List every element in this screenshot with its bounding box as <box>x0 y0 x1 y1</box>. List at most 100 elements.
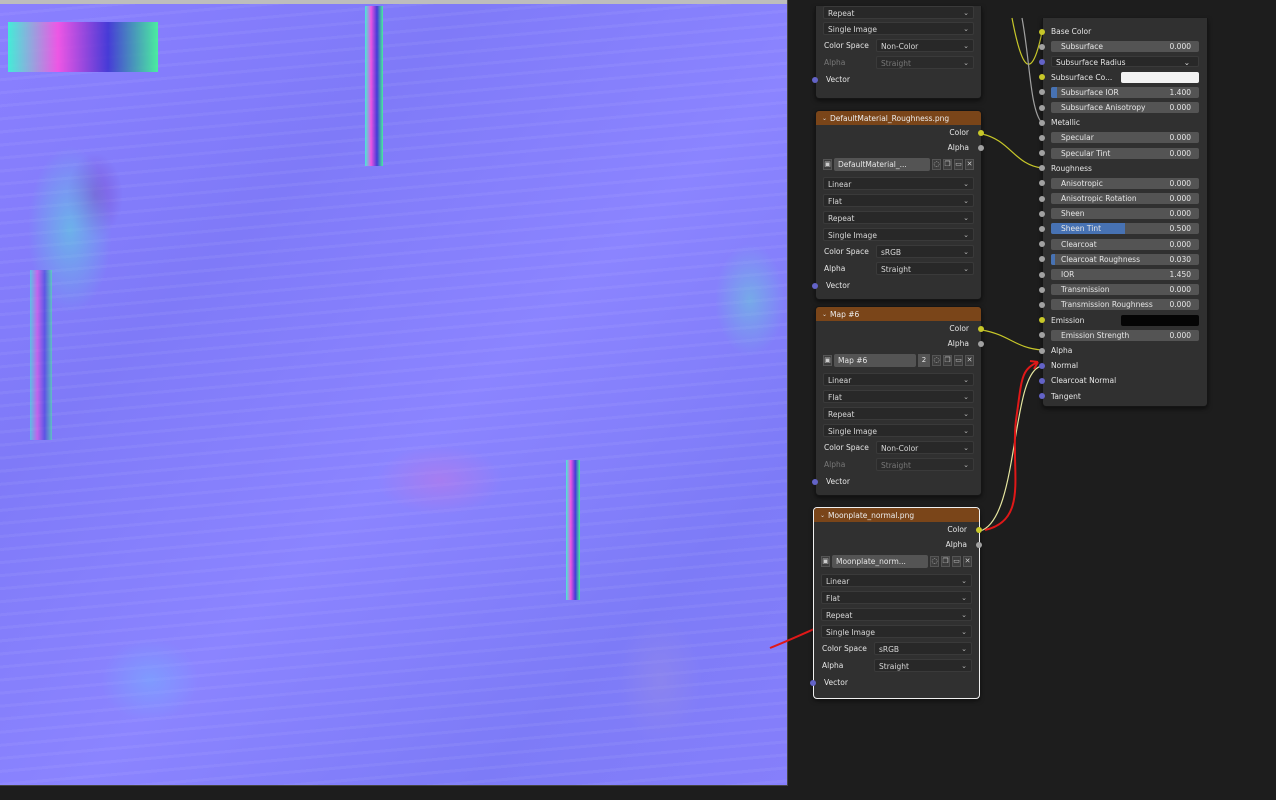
alpha-dropdown[interactable]: Straight ⌄ <box>876 458 974 471</box>
vector-input-socket[interactable] <box>812 76 818 83</box>
normal-socket[interactable] <box>1039 362 1045 369</box>
node-header[interactable]: ⌄ DefaultMaterial_Roughness.png <box>816 111 981 125</box>
ior-socket[interactable] <box>1039 271 1045 278</box>
image-name-field[interactable]: DefaultMaterial_... <box>834 158 930 171</box>
source-dropdown[interactable]: Single Image ⌄ <box>823 424 974 437</box>
source-dropdown[interactable]: Single Image ⌄ <box>823 22 974 35</box>
subsurface-ior-socket[interactable] <box>1039 89 1045 96</box>
duplicate-icon[interactable]: ❐ <box>941 556 950 567</box>
emission-socket[interactable] <box>1039 317 1045 324</box>
clearcoat-normal-socket[interactable] <box>1039 377 1045 384</box>
sheen-tint-field[interactable]: Sheen Tint 0.500 <box>1051 223 1199 235</box>
folder-icon[interactable]: ▭ <box>954 159 963 170</box>
image-icon[interactable]: ▣ <box>821 556 830 567</box>
alpha-socket[interactable] <box>1039 347 1045 354</box>
chevron-down-icon[interactable]: ⌄ <box>820 512 828 519</box>
anisotropic-field[interactable]: Anisotropic 0.000 <box>1051 177 1199 189</box>
subsurface-field[interactable]: Subsurface 0.000 <box>1051 41 1199 53</box>
sheen-field[interactable]: Sheen 0.000 <box>1051 208 1199 220</box>
vector-input-socket[interactable] <box>812 478 818 485</box>
chevron-down-icon[interactable]: ⌄ <box>822 115 830 122</box>
emission-color-swatch[interactable] <box>1121 314 1199 326</box>
ior-field[interactable]: IOR 1.450 <box>1051 269 1199 280</box>
image-icon[interactable]: ▣ <box>823 159 832 170</box>
close-icon[interactable]: ✕ <box>963 556 972 567</box>
color-space-dropdown[interactable]: sRGB ⌄ <box>874 642 972 655</box>
anisotropic-socket[interactable] <box>1039 180 1045 187</box>
vector-input-socket[interactable] <box>810 679 816 686</box>
specular-tint-socket[interactable] <box>1039 150 1045 157</box>
chevron-down-icon[interactable]: ⌄ <box>822 311 830 318</box>
anisotropic-rotation-field[interactable]: Anisotropic Rotation 0.000 <box>1051 193 1199 205</box>
vector-input-socket[interactable] <box>812 282 818 289</box>
image-texture-node-top[interactable]: Repeat ⌄ Single Image ⌄ Color Space Non-Co… <box>812 6 982 99</box>
sheen-socket[interactable] <box>1039 210 1045 217</box>
projection-dropdown[interactable]: Flat ⌄ <box>823 390 974 403</box>
color-output-socket[interactable] <box>978 129 984 136</box>
image-selector[interactable]: ▣ DefaultMaterial_... ◌ ❐ ▭ ✕ <box>823 158 974 171</box>
projection-dropdown[interactable]: Flat ⌄ <box>823 194 974 207</box>
interpolation-dropdown[interactable]: Linear ⌄ <box>821 574 972 587</box>
extension-dropdown[interactable]: Repeat ⌄ <box>823 6 974 19</box>
clearcoat-socket[interactable] <box>1039 241 1045 248</box>
subsurface-radius-dropdown[interactable]: Subsurface Radius ⌄ <box>1051 56 1199 68</box>
folder-icon[interactable]: ▭ <box>954 355 963 366</box>
projection-dropdown[interactable]: Flat ⌄ <box>821 591 972 604</box>
image-selector[interactable]: ▣ Map #6 2 ◌ ❐ ▭ ✕ <box>823 354 974 367</box>
extension-dropdown[interactable]: Repeat ⌄ <box>821 608 972 621</box>
subsurface-anisotropy-socket[interactable] <box>1039 104 1045 111</box>
extension-dropdown[interactable]: Repeat ⌄ <box>823 211 974 224</box>
specular-socket[interactable] <box>1039 134 1045 141</box>
tangent-socket[interactable] <box>1039 393 1045 400</box>
node-header[interactable]: ⌄ Map #6 <box>816 307 981 321</box>
sheen-tint-socket[interactable] <box>1039 226 1045 233</box>
subsurface-anisotropy-field[interactable]: Subsurface Anisotropy 0.000 <box>1051 101 1199 113</box>
map6-image-node[interactable]: ⌄ Map #6 Color Alpha ▣ Map #6 2 ◌ ❐ ▭ ✕ L… <box>812 306 984 496</box>
moonplate-normal-image-node[interactable]: ⌄ Moonplate_normal.png Color Alpha ▣ Moon… <box>810 507 982 699</box>
shield-icon[interactable]: ◌ <box>932 159 941 170</box>
source-dropdown[interactable]: Single Image ⌄ <box>821 625 972 638</box>
folder-icon[interactable]: ▭ <box>952 556 961 567</box>
subsurface-ior-field[interactable]: Subsurface IOR 1.400 <box>1051 86 1199 98</box>
color-space-dropdown[interactable]: Non-Color ⌄ <box>876 39 974 52</box>
source-dropdown[interactable]: Single Image ⌄ <box>823 228 974 241</box>
clearcoat-field[interactable]: Clearcoat 0.000 <box>1051 238 1199 250</box>
node-header[interactable]: ⌄ Moonplate_normal.png <box>814 508 979 522</box>
subsurface-color-socket[interactable] <box>1039 74 1045 81</box>
subsurface-socket[interactable] <box>1039 43 1045 50</box>
transmission-roughness-socket[interactable] <box>1039 301 1045 308</box>
close-icon[interactable]: ✕ <box>965 159 974 170</box>
extension-dropdown[interactable]: Repeat ⌄ <box>823 407 974 420</box>
clearcoat-roughness-field[interactable]: Clearcoat Roughness 0.030 <box>1051 253 1199 265</box>
specular-field[interactable]: Specular 0.000 <box>1051 132 1199 144</box>
base-color-socket[interactable] <box>1039 28 1045 35</box>
color-space-dropdown[interactable]: sRGB ⌄ <box>876 245 974 258</box>
specular-tint-field[interactable]: Specular Tint 0.000 <box>1051 147 1199 159</box>
image-selector[interactable]: ▣ Moonplate_norm... ◌ ❐ ▭ ✕ <box>821 555 972 568</box>
alpha-output-socket[interactable] <box>978 144 984 151</box>
alpha-dropdown[interactable]: Straight ⌄ <box>876 262 974 275</box>
image-name-field[interactable]: Moonplate_norm... <box>832 555 928 568</box>
transmission-field[interactable]: Transmission 0.000 <box>1051 284 1199 296</box>
duplicate-icon[interactable]: ❐ <box>943 159 952 170</box>
emission-strength-field[interactable]: Emission Strength 0.000 <box>1051 329 1199 341</box>
close-icon[interactable]: ✕ <box>965 355 974 366</box>
color-output-socket[interactable] <box>976 526 982 533</box>
alpha-output-socket[interactable] <box>976 541 982 548</box>
shield-icon[interactable]: ◌ <box>930 556 939 567</box>
image-icon[interactable]: ▣ <box>823 355 832 366</box>
color-space-dropdown[interactable]: Non-Color ⌄ <box>876 441 974 454</box>
subsurface-color-swatch[interactable] <box>1121 71 1199 83</box>
clearcoat-roughness-socket[interactable] <box>1039 256 1045 263</box>
roughness-image-node[interactable]: ⌄ DefaultMaterial_Roughness.png Color Alp… <box>812 110 984 300</box>
image-name-field[interactable]: Map #6 <box>834 354 916 367</box>
transmission-roughness-field[interactable]: Transmission Roughness 0.000 <box>1051 299 1199 311</box>
alpha-dropdown[interactable]: Straight ⌄ <box>876 56 974 69</box>
color-output-socket[interactable] <box>978 325 984 332</box>
anisotropic-rotation-socket[interactable] <box>1039 195 1045 202</box>
metallic-socket[interactable] <box>1039 119 1045 126</box>
alpha-dropdown[interactable]: Straight ⌄ <box>874 659 972 672</box>
subsurface-radius-socket[interactable] <box>1039 58 1045 65</box>
principled-bsdf-node[interactable]: Base Color Subsurface 0.000 Subsurface Ra… <box>1039 18 1208 407</box>
alpha-output-socket[interactable] <box>978 340 984 347</box>
